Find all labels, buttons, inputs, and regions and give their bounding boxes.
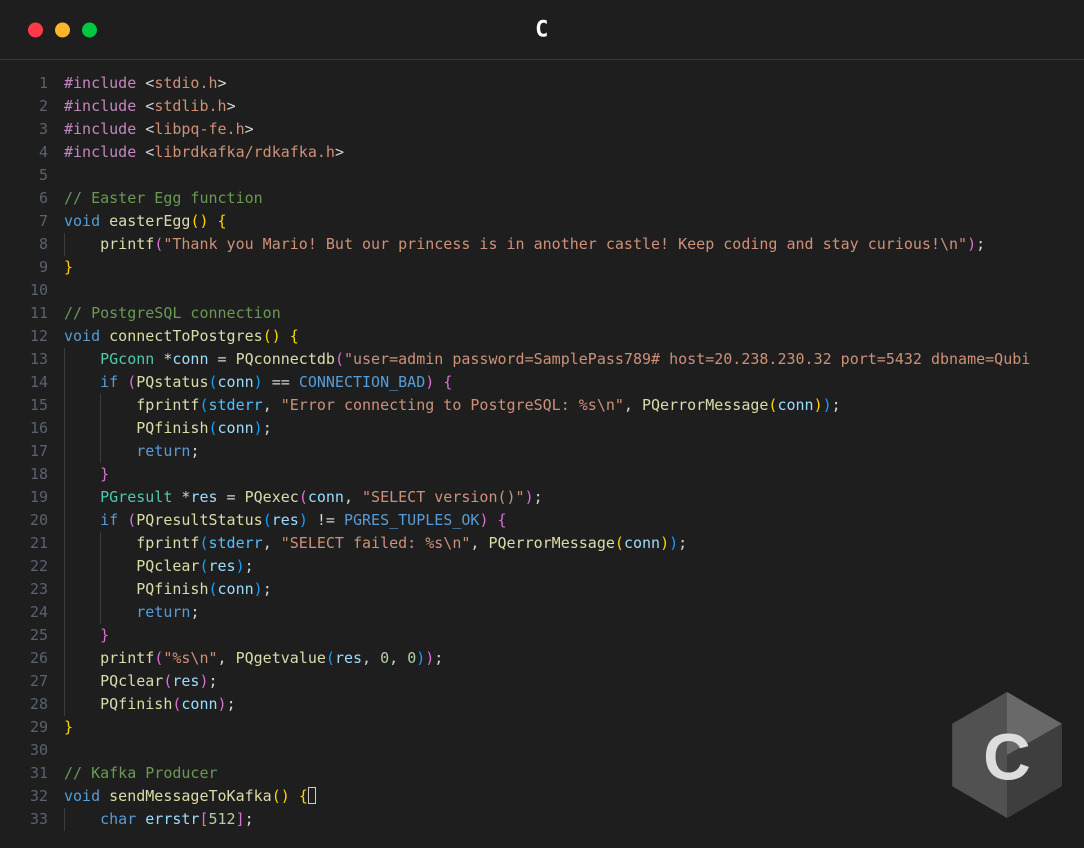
code-line[interactable]: PQclear(res); <box>64 555 1084 578</box>
line-number: 12 <box>0 325 48 348</box>
line-number: 19 <box>0 486 48 509</box>
close-icon[interactable] <box>28 22 43 37</box>
line-number: 21 <box>0 532 48 555</box>
code-line[interactable]: if (PQstatus(conn) == CONNECTION_BAD) { <box>64 371 1084 394</box>
line-number: 18 <box>0 463 48 486</box>
editor-window: C 12345678910111213141516171819202122232… <box>0 0 1084 848</box>
code-line[interactable]: } <box>64 256 1084 279</box>
minimize-icon[interactable] <box>55 22 70 37</box>
code-line[interactable]: void connectToPostgres() { <box>64 325 1084 348</box>
code-line[interactable]: fprintf(stderr, "Error connecting to Pos… <box>64 394 1084 417</box>
code-line[interactable] <box>64 279 1084 302</box>
code-line[interactable] <box>64 164 1084 187</box>
line-number: 26 <box>0 647 48 670</box>
line-number: 15 <box>0 394 48 417</box>
code-line[interactable]: printf("%s\n", PQgetvalue(res, 0, 0)); <box>64 647 1084 670</box>
code-line[interactable]: printf("Thank you Mario! But our princes… <box>64 233 1084 256</box>
line-number: 20 <box>0 509 48 532</box>
code-line[interactable]: PQfinish(conn); <box>64 417 1084 440</box>
code-line[interactable]: PQclear(res); <box>64 670 1084 693</box>
code-line[interactable]: #include <stdlib.h> <box>64 95 1084 118</box>
window-title: C <box>535 17 549 42</box>
line-number: 8 <box>0 233 48 256</box>
line-number: 6 <box>0 187 48 210</box>
c-language-logo-icon: C <box>952 692 1062 818</box>
svg-text:C: C <box>983 720 1030 794</box>
titlebar: C <box>0 0 1084 60</box>
line-number: 5 <box>0 164 48 187</box>
code-line[interactable]: // Easter Egg function <box>64 187 1084 210</box>
line-number: 10 <box>0 279 48 302</box>
line-number: 24 <box>0 601 48 624</box>
code-line[interactable]: #include <librdkafka/rdkafka.h> <box>64 141 1084 164</box>
line-number: 32 <box>0 785 48 808</box>
code-line[interactable]: PQfinish(conn); <box>64 578 1084 601</box>
maximize-icon[interactable] <box>82 22 97 37</box>
line-number: 29 <box>0 716 48 739</box>
code-line[interactable]: return; <box>64 440 1084 463</box>
line-number-gutter: 1234567891011121314151617181920212223242… <box>0 72 64 848</box>
line-number: 9 <box>0 256 48 279</box>
code-line[interactable]: // PostgreSQL connection <box>64 302 1084 325</box>
code-line[interactable] <box>64 739 1084 762</box>
line-number: 16 <box>0 417 48 440</box>
line-number: 4 <box>0 141 48 164</box>
code-line[interactable]: PGresult *res = PQexec(conn, "SELECT ver… <box>64 486 1084 509</box>
code-line[interactable]: #include <stdio.h> <box>64 72 1084 95</box>
code-line[interactable]: } <box>64 716 1084 739</box>
line-number: 23 <box>0 578 48 601</box>
line-number: 1 <box>0 72 48 95</box>
code-editor[interactable]: 1234567891011121314151617181920212223242… <box>0 60 1084 848</box>
line-number: 33 <box>0 808 48 831</box>
code-area[interactable]: #include <stdio.h>#include <stdlib.h>#in… <box>64 72 1084 848</box>
code-line[interactable]: char errstr[512]; <box>64 808 1084 831</box>
code-line[interactable]: void sendMessageToKafka() { <box>64 785 1084 808</box>
line-number: 31 <box>0 762 48 785</box>
code-line[interactable]: return; <box>64 601 1084 624</box>
code-line[interactable]: fprintf(stderr, "SELECT failed: %s\n", P… <box>64 532 1084 555</box>
code-line[interactable]: } <box>64 463 1084 486</box>
line-number: 3 <box>0 118 48 141</box>
code-line[interactable]: void easterEgg() { <box>64 210 1084 233</box>
line-number: 30 <box>0 739 48 762</box>
line-number: 7 <box>0 210 48 233</box>
text-cursor <box>308 787 316 804</box>
code-line[interactable]: #include <libpq-fe.h> <box>64 118 1084 141</box>
code-line[interactable]: // Kafka Producer <box>64 762 1084 785</box>
window-controls <box>28 22 97 37</box>
line-number: 22 <box>0 555 48 578</box>
line-number: 28 <box>0 693 48 716</box>
code-line[interactable]: if (PQresultStatus(res) != PGRES_TUPLES_… <box>64 509 1084 532</box>
line-number: 17 <box>0 440 48 463</box>
code-line[interactable]: PGconn *conn = PQconnectdb("user=admin p… <box>64 348 1084 371</box>
code-line[interactable]: PQfinish(conn); <box>64 693 1084 716</box>
line-number: 2 <box>0 95 48 118</box>
line-number: 25 <box>0 624 48 647</box>
line-number: 11 <box>0 302 48 325</box>
line-number: 13 <box>0 348 48 371</box>
line-number: 14 <box>0 371 48 394</box>
line-number: 27 <box>0 670 48 693</box>
code-line[interactable]: } <box>64 624 1084 647</box>
